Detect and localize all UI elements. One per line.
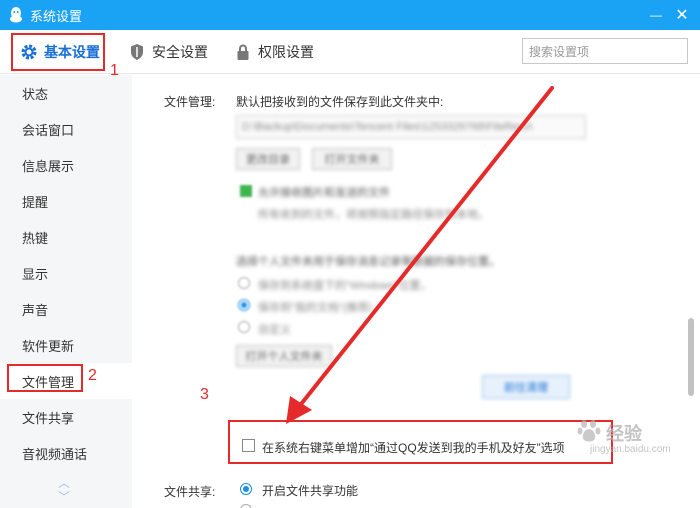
- close-button[interactable]: ✕: [672, 6, 692, 24]
- green-check-icon: [240, 185, 252, 197]
- window-title: 系统设置: [30, 8, 83, 24]
- blurred-radio-text-2: 保存到"我的文档"(推荐): [258, 302, 373, 314]
- qq-penguin-icon: [8, 7, 24, 23]
- sidebar-item-hotkey[interactable]: 热键: [0, 219, 132, 255]
- blurred-radio-text-3: 自定义: [258, 324, 291, 336]
- tab-security-label: 安全设置: [152, 44, 208, 60]
- file-sharing-radio-2[interactable]: [240, 504, 252, 508]
- sidebar-scroll-arrows[interactable]: ︿ ﹀: [58, 476, 70, 504]
- settings-tab-bar: 基本设置 安全设置 权限设置 搜索设置项: [0, 30, 700, 74]
- sidebar-item-file-sharing[interactable]: 文件共享: [0, 399, 132, 435]
- sidebar-item-display[interactable]: 显示: [0, 255, 132, 291]
- content-scrollbar[interactable]: [688, 318, 694, 396]
- tab-security-settings[interactable]: 安全设置: [128, 38, 208, 66]
- sidebar-item-av-call[interactable]: 音视频通话: [0, 435, 132, 471]
- sidebar-item-sound[interactable]: 声音: [0, 291, 132, 327]
- annotation-number-3: 3: [200, 386, 209, 403]
- tab-permission-settings[interactable]: 权限设置: [234, 38, 314, 66]
- save-path-text: D:\Backup\Documents\Tencent Files\125332…: [242, 121, 533, 133]
- sidebar-item-status[interactable]: 状态: [0, 75, 132, 111]
- minimize-button[interactable]: —: [646, 6, 666, 24]
- blurred-option-text: 允许接收图片和发送的文件: [258, 187, 390, 199]
- annotation-box-3: [228, 420, 613, 464]
- annotation-number-2: 2: [88, 367, 97, 384]
- watermark-subtext: jingyan.baidu.com: [590, 444, 671, 455]
- sidebar-item-reminder[interactable]: 提醒: [0, 183, 132, 219]
- radio-option-2[interactable]: [238, 299, 250, 311]
- open-folder-button[interactable]: 打开文件夹: [312, 148, 392, 170]
- radio-option-3[interactable]: [238, 321, 250, 333]
- blurred-folder-question: 选择个人文件夹用于保存消息记录等数据的保存位置。: [236, 256, 500, 268]
- sidebar-item-info-display[interactable]: 信息展示: [0, 147, 132, 183]
- title-bar: 系统设置 — ✕: [0, 0, 700, 30]
- file-sharing-radio[interactable]: [240, 483, 252, 495]
- annotation-box-2: [7, 364, 83, 392]
- sidebar-item-chat-window[interactable]: 会话窗口: [0, 111, 132, 147]
- open-personal-folder-button[interactable]: 打开个人文件夹: [236, 345, 332, 367]
- change-folder-button[interactable]: 更改目录: [236, 148, 300, 170]
- lock-icon: [234, 43, 252, 61]
- watermark-text: 经验: [606, 424, 642, 444]
- file-sharing-option-label: 开启文件共享功能: [262, 484, 359, 498]
- blurred-radio-text-1: 保存到系统盘下的"Windows"位置，: [258, 280, 432, 292]
- file-sharing-label: 文件共享:: [164, 485, 216, 499]
- baidu-paw-icon: [576, 418, 602, 447]
- radio-option-1[interactable]: [238, 277, 250, 289]
- tab-permission-label: 权限设置: [258, 44, 314, 60]
- chevron-up-icon[interactable]: ︿: [58, 476, 70, 490]
- annotation-box-1: [11, 33, 105, 71]
- cleanup-button[interactable]: 前往清理: [482, 375, 570, 399]
- blurred-description: 所有收到的文件，将按照指定路径保存到本地，: [258, 209, 489, 221]
- sidebar: 状态 会话窗口 信息展示 提醒 热键 显示 声音 软件更新 文件管理 文件共享 …: [0, 75, 132, 508]
- default-folder-description: 默认把接收到的文件保存到此文件夹中:: [236, 95, 444, 109]
- chevron-down-icon[interactable]: ﹀: [58, 490, 70, 504]
- search-input[interactable]: 搜索设置项: [522, 38, 688, 64]
- file-management-label: 文件管理:: [164, 95, 216, 109]
- sidebar-item-software-update[interactable]: 软件更新: [0, 327, 132, 363]
- annotation-number-1: 1: [110, 62, 119, 79]
- shield-icon: [128, 43, 146, 61]
